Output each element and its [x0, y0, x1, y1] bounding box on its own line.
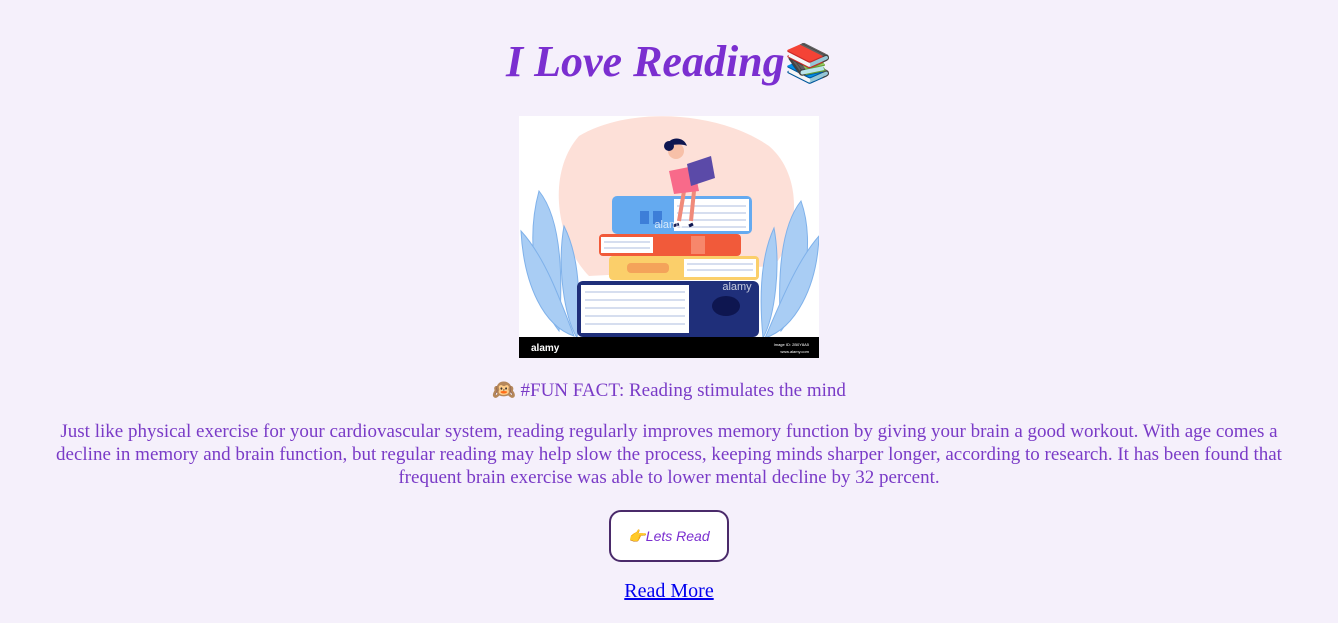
page-title-text: I Love Reading [506, 37, 785, 86]
watermark-text: alamy [654, 219, 684, 231]
watermark-text-2: alamy [722, 281, 752, 293]
stock-id: Image ID: 2B0Y8A5 [774, 342, 810, 347]
fun-fact: 🙉 #FUN FACT: Reading stimulates the mind [0, 378, 1338, 404]
lets-read-button[interactable]: 👉Lets Read [609, 510, 729, 562]
stock-site: www.alamy.com [780, 349, 809, 354]
reading-paragraph: Just like physical exercise for your car… [56, 421, 1282, 488]
read-more-link[interactable]: Read More [624, 580, 713, 602]
read-more-container: Read More [0, 580, 1338, 603]
fun-fact-text: #FUN FACT: Reading stimulates the mind [520, 380, 846, 401]
reading-illustration: alamy alamy alamy Image ID: 2B0Y8A5 www.… [519, 116, 819, 358]
page-title: I Love Reading📚 [0, 0, 1338, 90]
lets-read-label: Lets Read [645, 528, 710, 544]
books-icon: 📚 [784, 43, 832, 85]
monkey-icon: 🙉 [492, 380, 516, 401]
pointing-hand-icon: 👉 [628, 528, 646, 544]
footer-brand: alamy [531, 343, 560, 354]
